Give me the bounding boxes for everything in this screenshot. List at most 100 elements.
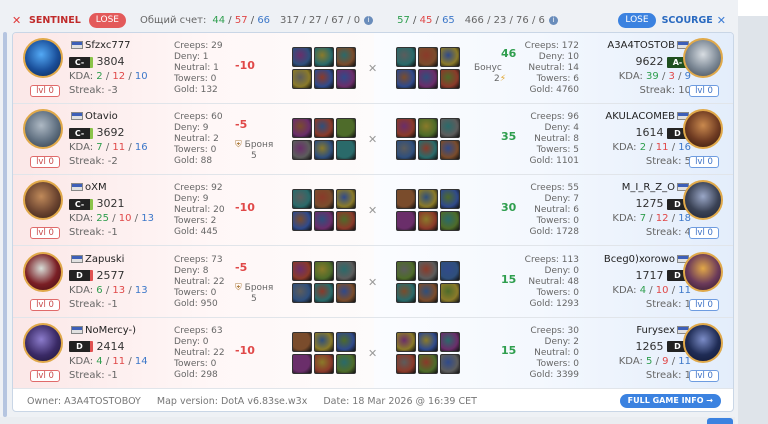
item-icon[interactable] — [314, 47, 334, 67]
full-game-info-button[interactable]: FULL GAME INFO → — [619, 394, 721, 408]
page-corner — [738, 0, 768, 16]
item-icon[interactable] — [292, 353, 312, 374]
item-icon[interactable] — [396, 353, 416, 374]
item-icon[interactable] — [292, 189, 312, 210]
item-icon[interactable] — [292, 118, 312, 139]
item-icon[interactable] — [336, 140, 356, 161]
item-icon[interactable] — [314, 331, 334, 352]
item-icon[interactable] — [314, 211, 334, 232]
item-icon[interactable] — [336, 47, 356, 67]
sentinel-player-name[interactable]: NoMercy-) — [69, 325, 161, 336]
item-icon[interactable] — [418, 353, 438, 374]
scourge-hero-avatar[interactable] — [683, 322, 723, 363]
sentinel-hero-avatar[interactable] — [23, 251, 63, 292]
rating-value: 3692 — [96, 126, 125, 140]
sentinel-level-badge: lvl 0 — [30, 369, 60, 382]
item-icon[interactable] — [336, 331, 356, 352]
item-icon[interactable] — [292, 331, 312, 352]
item-icon[interactable] — [440, 189, 460, 210]
item-icon[interactable] — [396, 189, 416, 210]
item-icon[interactable] — [440, 282, 460, 303]
scourge-player-name-text: Bceg0)xorowo — [603, 253, 675, 265]
rank-badge: D — [69, 341, 93, 353]
scourge-player-name[interactable]: M_I_R_Z_O — [595, 182, 691, 193]
scourge-hero-avatar[interactable] — [683, 109, 723, 150]
item-icon[interactable] — [292, 47, 312, 67]
item-icon[interactable] — [396, 211, 416, 232]
sentinel-player-name[interactable]: Otavio — [69, 111, 161, 122]
item-icon[interactable] — [418, 69, 438, 89]
item-icon[interactable] — [440, 260, 460, 281]
player-row: lvl 0 Otavio C- 3692 KDA: 7 / 11 / 16 Streak… — [13, 104, 733, 176]
item-icon[interactable] — [418, 211, 438, 232]
item-icon[interactable] — [314, 189, 334, 210]
item-icon[interactable] — [314, 353, 334, 374]
item-icon[interactable] — [314, 118, 334, 139]
item-icon[interactable] — [440, 118, 460, 139]
item-icon[interactable] — [396, 69, 416, 89]
sentinel-hero-avatar[interactable] — [23, 38, 63, 78]
rank-badge: C- — [69, 127, 93, 139]
item-icon[interactable] — [418, 118, 438, 139]
scourge-assists: 65 — [442, 14, 455, 26]
sentinel-hero-avatar[interactable] — [23, 322, 63, 363]
scourge-player-name[interactable]: AKULACOMEB — [595, 111, 691, 122]
info-icon[interactable]: i — [364, 15, 374, 25]
item-icon[interactable] — [292, 140, 312, 161]
item-icon[interactable] — [314, 282, 334, 303]
sentinel-streak: Streak: -1 — [69, 227, 118, 239]
scourge-hero-avatar[interactable] — [683, 38, 723, 78]
scourge-hero-avatar[interactable] — [683, 251, 723, 292]
scourge-hero-avatar[interactable] — [683, 180, 723, 221]
info-icon[interactable]: i — [548, 15, 558, 25]
scourge-player-name[interactable]: Bceg0)xorowo — [595, 254, 691, 265]
kills: 7 — [96, 142, 103, 154]
crossed-swords-icon: ✕ — [368, 204, 378, 218]
item-icon[interactable] — [292, 211, 312, 232]
item-icon[interactable] — [336, 189, 356, 210]
item-icon[interactable] — [396, 118, 416, 139]
item-icon[interactable] — [418, 140, 438, 161]
item-icon[interactable] — [314, 69, 334, 89]
stat-neutral: Neutral: 20 — [174, 205, 225, 216]
item-icon[interactable] — [418, 189, 438, 210]
item-icon[interactable] — [396, 282, 416, 303]
sentinel-player-name[interactable]: oXM — [69, 182, 161, 193]
item-icon[interactable] — [336, 118, 356, 139]
item-icon[interactable] — [292, 69, 312, 89]
item-icon[interactable] — [292, 260, 312, 281]
item-icon[interactable] — [396, 140, 416, 161]
item-icon[interactable] — [418, 47, 438, 67]
item-icon[interactable] — [440, 69, 460, 89]
stat-gold: Gold: 298 — [174, 369, 218, 380]
next-card-button[interactable] — [707, 418, 733, 424]
item-icon[interactable] — [314, 260, 334, 281]
item-icon[interactable] — [418, 282, 438, 303]
sentinel-hero-avatar[interactable] — [23, 109, 63, 150]
sentinel-hero-avatar[interactable] — [23, 180, 63, 221]
item-icon[interactable] — [440, 140, 460, 161]
item-icon[interactable] — [440, 331, 460, 352]
page-bottom-strip — [0, 417, 735, 424]
item-icon[interactable] — [440, 47, 460, 67]
sentinel-deaths: 57 — [234, 14, 248, 26]
item-icon[interactable] — [396, 47, 416, 67]
sentinel-player-name[interactable]: Zapuski — [69, 254, 161, 265]
item-icon[interactable] — [440, 353, 460, 374]
item-icon[interactable] — [336, 260, 356, 281]
scourge-player-name[interactable]: Furysex — [595, 325, 691, 336]
item-icon[interactable] — [336, 69, 356, 89]
item-icon[interactable] — [396, 331, 416, 352]
sentinel-player-name[interactable]: Sfzxc777 — [69, 40, 161, 51]
item-icon[interactable] — [336, 211, 356, 232]
item-icon[interactable] — [336, 282, 356, 303]
item-icon[interactable] — [292, 282, 312, 303]
item-icon[interactable] — [418, 331, 438, 352]
item-icon[interactable] — [396, 260, 416, 281]
scourge-kda: KDA: 7 / 12 / 18 — [612, 213, 691, 225]
item-icon[interactable] — [314, 140, 334, 161]
scourge-player-name[interactable]: A3A4TOSTOB — [595, 40, 691, 51]
item-icon[interactable] — [440, 211, 460, 232]
item-icon[interactable] — [418, 260, 438, 281]
item-icon[interactable] — [336, 353, 356, 374]
